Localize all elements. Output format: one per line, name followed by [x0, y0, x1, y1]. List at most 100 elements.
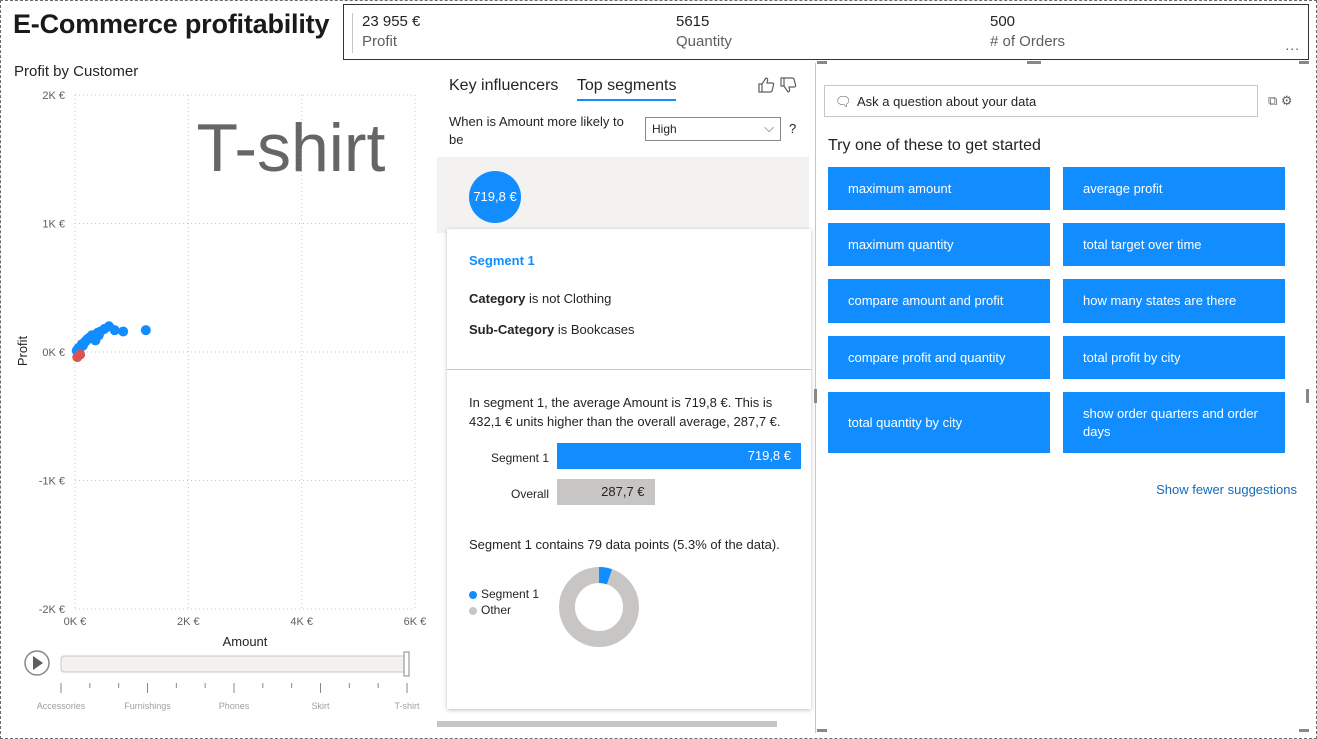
legend-label: Segment 1: [481, 587, 540, 601]
help-icon[interactable]: ?: [789, 121, 796, 136]
more-options-icon[interactable]: ...: [1285, 37, 1300, 53]
legend-item: Segment 1: [469, 587, 539, 601]
kpi-quantity-value: 5615: [676, 13, 710, 30]
bar-overall: 287,7 €: [557, 479, 655, 505]
gear-icon[interactable]: ⚙: [1281, 93, 1293, 108]
segment-description: In segment 1, the average Amount is 719,…: [469, 395, 781, 429]
y-axis-label: Profit: [15, 335, 30, 366]
horizontal-scrollbar[interactable]: [437, 721, 777, 727]
legend-label: Other: [481, 603, 512, 617]
bar-label-overall: Overall: [510, 487, 549, 501]
chevron-down-icon: ⌵: [764, 120, 774, 135]
scatter-point[interactable]: [109, 325, 120, 336]
resize-handle[interactable]: [817, 61, 827, 64]
kpi-quantity: 5615 Quantity: [676, 13, 732, 50]
play-axis-category[interactable]: Accessories: [37, 701, 86, 711]
condition-rule: is not Clothing: [528, 291, 612, 306]
kpi-profit-value: 23 955 €: [362, 13, 421, 30]
qa-question-input[interactable]: 🗨 Ask a question about your data: [824, 85, 1258, 117]
data-points: [71, 321, 151, 363]
x-axis-label: Amount: [223, 634, 268, 649]
scatter-point[interactable]: [118, 326, 129, 337]
suggestion-button[interactable]: total target over time: [1063, 223, 1285, 266]
legend-dot: [469, 590, 477, 599]
play-button[interactable]: [24, 650, 50, 676]
target-value-dropdown[interactable]: High ⌵: [645, 117, 781, 141]
thumbs-down-icon[interactable]: [779, 77, 797, 93]
play-axis-category[interactable]: Phones: [219, 701, 250, 711]
suggestion-button[interactable]: total profit by city: [1063, 336, 1285, 379]
kpi-separator: [352, 13, 353, 53]
scatter-point[interactable]: [140, 325, 151, 336]
suggestion-button[interactable]: maximum amount: [828, 167, 1050, 210]
x-tick-label: 2K €: [177, 616, 200, 628]
scatter-chart[interactable]: Profit by Customer T-shirt 0K € 2K € 4K € 6…: [9, 61, 433, 733]
play-axis-category[interactable]: T-shirt: [394, 701, 420, 711]
show-fewer-suggestions-link[interactable]: Show fewer suggestions: [1156, 482, 1297, 497]
suggestion-button[interactable]: average profit: [1063, 167, 1285, 210]
qa-tools: ⧉ ⚙: [1268, 93, 1293, 109]
x-tick-label: 4K €: [290, 616, 313, 628]
suggestion-button[interactable]: how many states are there: [1063, 279, 1285, 323]
play-axis-category[interactable]: Furnishings: [124, 701, 171, 711]
tab-top-segments[interactable]: Top segments: [576, 77, 677, 101]
resize-handle[interactable]: [1027, 61, 1041, 64]
legend-item: Other: [469, 603, 539, 617]
feedback-buttons: [757, 77, 797, 97]
y-tick-label: 1K €: [42, 219, 65, 231]
resize-handle[interactable]: [817, 729, 827, 732]
kpi-orders-label: # of Orders: [990, 33, 1066, 50]
kpi-quantity-label: Quantity: [676, 33, 732, 50]
tab-key-influencers[interactable]: Key influencers: [449, 77, 558, 99]
segment-detail-card: Segment 1 Category is not Clothing Sub-C…: [447, 229, 811, 709]
page-title: E-Commerce profitability: [13, 9, 330, 39]
donut-slice-other: [559, 567, 639, 647]
resize-handle[interactable]: [1299, 729, 1309, 732]
x-tick-label: 0K €: [64, 616, 87, 628]
y-tick-label: -1K €: [39, 476, 65, 488]
segment-contains-text: Segment 1 contains 79 data points (5.3% …: [469, 537, 780, 552]
segment-title: Segment 1: [469, 253, 535, 268]
donut-legend: Segment 1 Other: [469, 587, 539, 619]
kpi-card[interactable]: 23 955 € Profit 5615 Quantity 500 # of O…: [343, 4, 1309, 60]
influencer-tabs: Key influencers Top segments: [449, 77, 690, 101]
suggestion-button[interactable]: compare profit and quantity: [828, 336, 1050, 379]
bar-label-segment: Segment 1: [490, 451, 549, 465]
chart-title: Profit by Customer: [14, 63, 139, 80]
resize-handle[interactable]: [814, 389, 817, 403]
suggestion-button[interactable]: compare amount and profit: [828, 279, 1050, 323]
suggestion-button[interactable]: show order quarters and order days: [1063, 392, 1285, 453]
qa-placeholder: Ask a question about your data: [857, 94, 1037, 109]
target-value-selected: High: [652, 122, 677, 136]
play-axis-ticks: Accessories Furnishings Phones Skirt T-shirt: [37, 683, 420, 711]
key-influencers-visual[interactable]: Key influencers Top segments When is Amo…: [437, 61, 813, 733]
kpi-orders-value: 500: [990, 13, 1016, 30]
segment-bubble[interactable]: 719,8 €: [469, 171, 521, 223]
legend-dot: [469, 606, 477, 615]
play-axis-current-label: T-shirt: [197, 110, 386, 186]
x-tick-label: 6K €: [404, 616, 427, 628]
bar-segment: 719,8 €: [557, 443, 801, 469]
resize-handle[interactable]: [1306, 389, 1309, 403]
resize-handle[interactable]: [1299, 61, 1309, 64]
scatter-point[interactable]: [75, 349, 86, 360]
kpi-profit-label: Profit: [362, 33, 398, 50]
qa-try-label: Try one of these to get started: [828, 137, 1041, 154]
qa-visual[interactable]: 🗨 Ask a question about your data ⧉ ⚙ Try…: [815, 63, 1309, 733]
segment-condition: Category is not Clothing: [469, 291, 611, 306]
scatter-plot: T-shirt 0K € 2K € 4K € 6K € 2K € 1K € 0K € -1K …: [15, 90, 427, 711]
play-axis-category[interactable]: Skirt: [312, 701, 330, 711]
play-axis-handle[interactable]: [403, 651, 410, 677]
segment-condition: Sub-Category is Bookcases: [469, 322, 634, 337]
y-tick-label: -2K €: [39, 604, 65, 616]
suggestion-button[interactable]: maximum quantity: [828, 223, 1050, 266]
convert-visual-icon[interactable]: ⧉: [1268, 93, 1277, 108]
thumbs-up-icon[interactable]: [757, 77, 775, 93]
chat-bubble-icon: 🗨: [835, 94, 852, 109]
influencer-question: When is Amount more likely to be: [449, 114, 624, 147]
segment-donut-chart: [559, 567, 639, 647]
suggestion-button[interactable]: total quantity by city: [828, 392, 1050, 453]
play-axis-track[interactable]: [60, 655, 408, 673]
kpi-profit: 23 955 € Profit: [362, 13, 420, 50]
y-tick-label: 0K €: [42, 347, 65, 359]
